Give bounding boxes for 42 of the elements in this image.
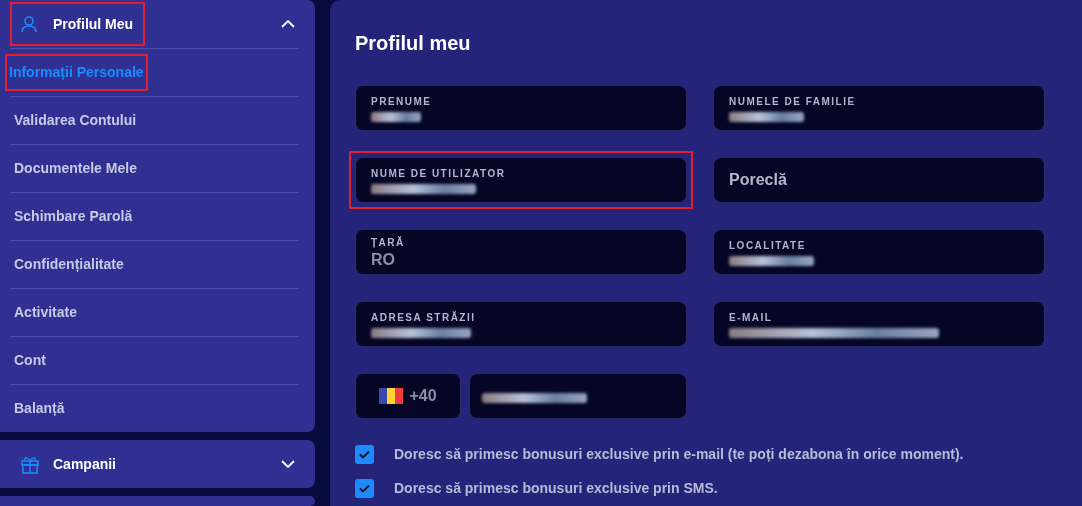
input-field[interactable] [469,373,687,419]
field-label: ADRESA STRĂZII [371,310,477,325]
chevron-down-icon[interactable] [281,460,295,468]
input-field[interactable]: NUME DE UTILIZATOR [355,157,687,203]
field-label: ȚARĂ [371,235,406,250]
input-field[interactable]: NUMELE DE FAMILIE [713,85,1045,131]
input-field[interactable]: LOCALITATE [713,229,1045,275]
section-header[interactable]: Profilul Meu [10,2,146,46]
sidebar-item[interactable]: Activitate [10,302,82,323]
user-icon [20,15,38,33]
checkbox[interactable] [355,479,374,498]
field-label: NUMELE DE FAMILIE [729,95,857,109]
input-field[interactable]: ADRESA STRĂZII [355,301,687,347]
field-label: NUME DE UTILIZATOR [371,167,507,181]
phone-prefix: +40 [409,386,437,406]
input-field[interactable]: ȚARĂ RO [355,229,687,275]
sidebar-item[interactable]: Confidențialitate [10,254,128,275]
input-field[interactable]: E-MAIL [713,301,1045,347]
checkbox-label: Doresc să primesc bonusuri exclusive prin e-mail (te poți dezabona în orice moment). [394,445,964,464]
flag-icon [379,388,404,404]
sidebar-item[interactable]: Documentele Mele [10,158,141,179]
field-placeholder: Poreclă [729,170,788,190]
field-label: E-MAIL [729,311,774,325]
input-field[interactable]: PRENUME [355,85,687,131]
checkbox-label: Doresc să primesc bonusuri exclusive prin SMS. [394,479,718,498]
chevron-up-icon[interactable] [281,20,295,28]
field-label: LOCALITATE [729,239,807,253]
input-field[interactable]: Poreclă [713,157,1045,203]
blurred-value [371,112,421,122]
country-code-selector[interactable]: +40 [355,373,461,419]
sidebar-item[interactable]: Schimbare Parolă [10,206,137,227]
gift-icon [20,454,40,474]
sidebar-item[interactable]: Balanță [10,398,69,419]
checkmark-icon [359,484,370,493]
sidebar-item[interactable]: Cont [10,350,50,371]
checkmark-icon [359,450,370,459]
checkbox[interactable] [355,445,374,464]
section-header[interactable]: Campanii [10,442,128,486]
sidebar-item[interactable]: Validarea Contului [10,110,141,131]
field-value: RO [371,249,396,270]
page-title: Profilul meu [355,31,472,56]
field-label: PRENUME [371,95,433,109]
